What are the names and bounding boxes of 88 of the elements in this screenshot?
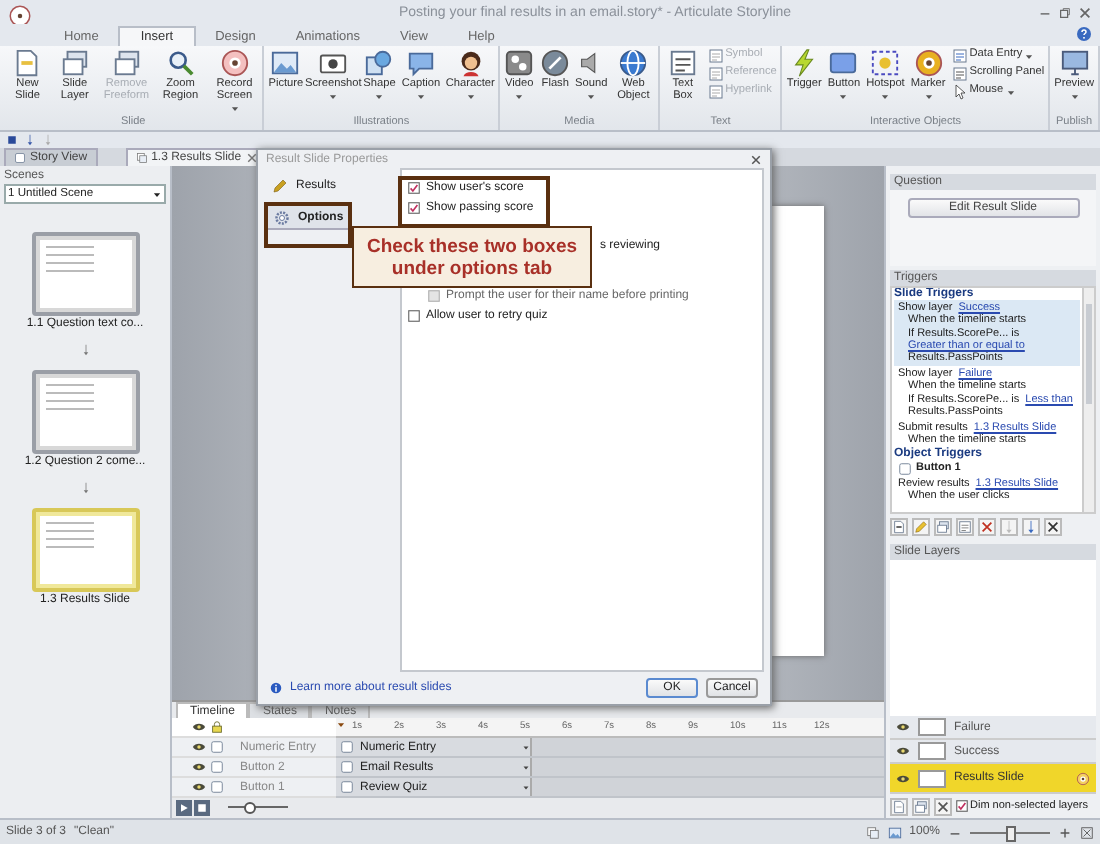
slide-thumbnail[interactable] [31,370,139,454]
eye-icon [896,744,910,758]
zoom-slider-thumb[interactable] [1006,825,1016,841]
eye-icon [896,720,910,734]
checkbox[interactable] [408,202,420,214]
marker-icon [913,48,944,78]
eye-icon[interactable] [192,720,206,734]
new-page-icon[interactable] [890,518,908,536]
caret-icon [923,91,934,102]
close-icon [245,152,258,164]
zoom-in-icon[interactable] [1058,825,1072,839]
delete-icon[interactable] [934,797,952,815]
caret-icon [514,91,525,102]
hotspot-icon [870,48,901,78]
caret-icon [465,91,476,102]
delete-icon[interactable] [978,518,996,536]
checkbox[interactable] [956,800,968,812]
eye-icon[interactable] [192,760,206,774]
normal-view-icon[interactable] [865,825,880,839]
film-reel-icon [504,48,535,78]
magnifier-icon [165,48,196,78]
copy-icon[interactable] [912,797,930,815]
stacked-pages-icon [59,48,90,78]
caret-icon [152,189,162,199]
caret-icon [415,91,426,102]
info-icon [270,682,282,694]
layer-thumbnail [918,769,946,787]
monitor-icon [1059,48,1090,78]
zoom-slider-thumb[interactable] [243,802,255,814]
highlight-frame [264,202,352,248]
save-icon[interactable] [6,134,18,146]
close-icon[interactable] [1078,5,1092,19]
caret-icon [229,103,240,114]
annotation-callout: Check these two boxes under options tab [352,226,592,288]
copy-icon[interactable] [934,518,952,536]
stop-icon[interactable] [194,799,210,815]
checkbox-icon[interactable] [210,740,224,754]
caret-icon [880,91,891,102]
text-box-icon [667,48,698,78]
pencil-icon [272,177,288,193]
caret-icon [522,743,530,751]
checkbox-icon[interactable] [210,780,224,794]
play-icon[interactable] [176,799,192,815]
lock-icon[interactable] [210,720,224,734]
new-page-icon[interactable] [890,797,908,815]
eye-icon[interactable] [192,740,206,754]
undo-icon[interactable] [24,134,36,146]
close-icon[interactable] [750,153,762,165]
caret-icon [374,91,385,102]
slide-view-icon[interactable] [887,825,902,839]
input-form-icon [951,48,968,64]
caret-icon [838,91,849,102]
cursor-icon [951,84,968,100]
help-icon[interactable] [1076,26,1092,42]
slide-thumbnail[interactable] [31,232,139,316]
checkbox[interactable] [408,310,420,322]
document-icon[interactable] [956,518,974,536]
caret-icon [522,783,530,791]
stacked-pages-icon [111,48,142,78]
object-icon [898,461,912,476]
panel-icon [951,66,968,82]
caret-icon [586,91,597,102]
caret-icon [1069,91,1080,102]
disc-icon [540,48,571,78]
caret-icon [1024,51,1035,61]
layer-thumbnail [918,742,946,760]
scrollbar[interactable] [1082,288,1094,512]
caret-icon [522,763,530,771]
settings-icon[interactable] [1076,771,1090,785]
record-icon [219,48,250,78]
caret-icon [1005,87,1016,97]
checkbox[interactable] [408,182,420,194]
fit-icon[interactable] [1080,825,1094,839]
globe-icon [618,48,649,78]
layer-thumbnail [918,718,946,736]
restore-icon[interactable] [1058,5,1072,19]
eye-icon [896,771,910,785]
new-page-icon [12,48,43,78]
speech-bubble-icon [405,48,436,78]
picture-icon [270,48,301,78]
shapes-icon [364,48,395,78]
caret-icon [328,91,339,102]
cross-icon[interactable] [1044,518,1062,536]
gear-icon [274,209,290,225]
checkbox-icon[interactable] [210,760,224,774]
eye-icon[interactable] [192,780,206,794]
slide-thumbnail[interactable] [31,508,139,592]
button-shape-icon [828,48,859,78]
